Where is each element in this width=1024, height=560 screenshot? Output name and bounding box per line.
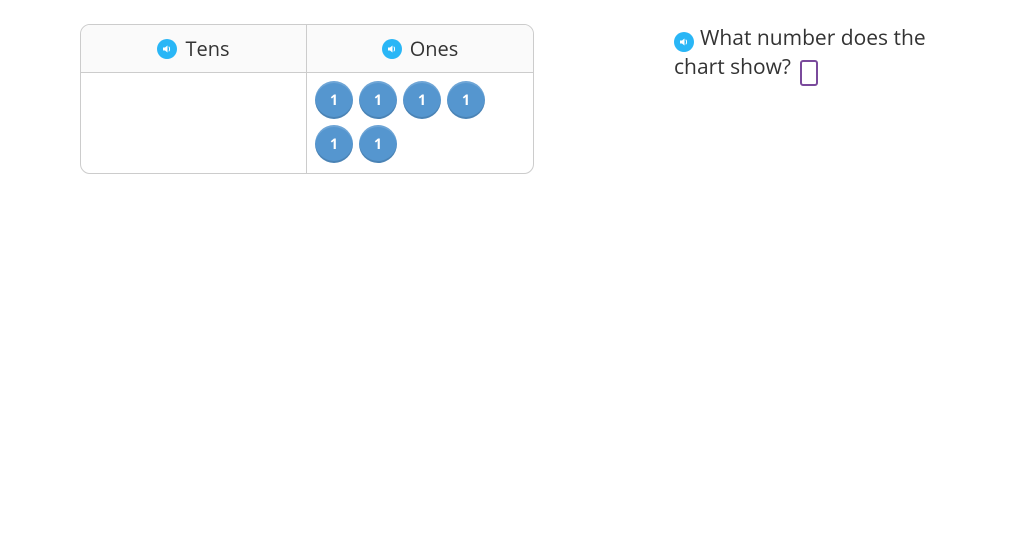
tens-header: Tens [81,25,307,73]
ones-header: Ones [307,25,533,73]
ones-chip: 1 [315,81,353,119]
ones-chip: 1 [359,81,397,119]
question-text: What number does the chart show? [674,24,954,86]
speaker-icon[interactable] [674,32,694,52]
ones-chip: 1 [359,125,397,163]
place-value-chart: Tens Ones [80,24,534,174]
ones-label: Ones [410,35,459,62]
ones-chip: 1 [403,81,441,119]
ones-cell: 111111 [307,73,533,173]
speaker-icon[interactable] [382,39,402,59]
ones-chip: 1 [447,81,485,119]
speaker-icon[interactable] [157,39,177,59]
answer-input[interactable] [800,60,818,86]
ones-chip: 1 [315,125,353,163]
tens-cell [81,73,307,173]
tens-label: Tens [185,35,229,62]
